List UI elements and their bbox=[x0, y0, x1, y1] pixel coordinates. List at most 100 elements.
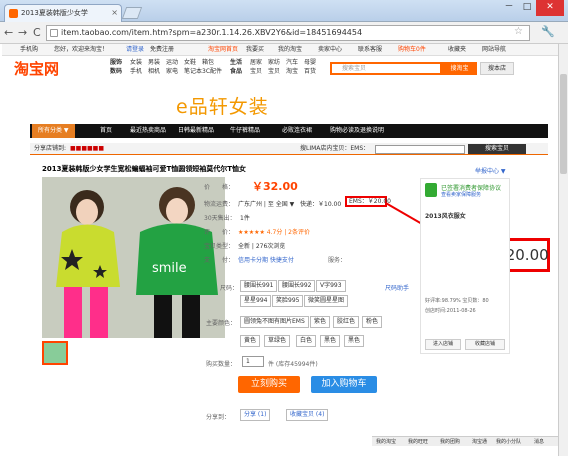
color-option[interactable]: 圆领兔不图有图片EMS bbox=[240, 316, 309, 328]
color-option[interactable]: 黄色 bbox=[240, 335, 261, 347]
size-option[interactable]: 星星994 bbox=[240, 295, 272, 307]
favorite-item-button[interactable]: 收藏宝贝 (4) bbox=[286, 409, 329, 421]
tab-close-icon[interactable]: × bbox=[111, 5, 118, 21]
cat-item[interactable]: 手机 bbox=[130, 67, 142, 76]
cat-item[interactable]: 运动 bbox=[166, 58, 178, 67]
report-center-link[interactable]: 举报中心 ▼ bbox=[475, 166, 506, 175]
payment-value[interactable]: 信用卡分期 快捷支付 bbox=[238, 255, 294, 264]
cart-link[interactable]: 购物车0件 bbox=[398, 44, 426, 56]
search-input[interactable]: 搜索宝贝 bbox=[330, 62, 442, 75]
size-helper-link[interactable]: 尺码助手 bbox=[385, 283, 409, 292]
menu-dress[interactable]: 必败连衣裙 bbox=[282, 124, 312, 138]
scrollbar-thumb[interactable] bbox=[560, 74, 567, 174]
product-thumbnail[interactable] bbox=[42, 341, 68, 365]
enter-store-button[interactable]: 进入店铺 bbox=[425, 339, 461, 350]
color-option[interactable]: 胶红色 bbox=[333, 316, 360, 328]
cat-item[interactable]: 家纺 bbox=[268, 58, 280, 67]
color-option[interactable]: 黑色 bbox=[344, 335, 365, 347]
cat-item[interactable]: 母婴 bbox=[304, 58, 316, 67]
search-taobao-button[interactable]: 搜淘宝 bbox=[442, 62, 477, 75]
wrench-menu-icon[interactable]: 🔧 bbox=[541, 25, 555, 38]
add-to-cart-button[interactable]: 加入购物车 bbox=[311, 376, 377, 393]
login-link[interactable]: 请登录 bbox=[126, 44, 144, 56]
product-title: 2013夏装韩版少女学生宽松蝙蝠袖可爱T恤圆领短袖莫代尔T恤女 bbox=[42, 165, 247, 173]
cat-item[interactable]: 宝贝 bbox=[250, 67, 262, 76]
collect-store-button[interactable]: 收藏店铺 bbox=[465, 339, 505, 350]
maximize-button[interactable]: □ bbox=[518, 0, 536, 16]
customer-service-link[interactable]: 联系客服 bbox=[358, 44, 382, 56]
seller-store-name[interactable]: 2013风衣服女 bbox=[425, 211, 466, 220]
cat-item[interactable]: 相机 bbox=[148, 67, 160, 76]
ship-from[interactable]: 广东广州 | 至 全国 ▼ bbox=[238, 199, 294, 208]
cat-item[interactable]: 数码 bbox=[110, 67, 122, 76]
address-bar[interactable]: item.taobao.com/item.htm?spm=a230r.1.14.… bbox=[46, 25, 530, 41]
cat-item[interactable]: 箱包 bbox=[202, 58, 214, 67]
store-search-button[interactable]: 搜索宝贝 bbox=[468, 144, 526, 154]
cat-item[interactable]: 女鞋 bbox=[184, 58, 196, 67]
product-main-image[interactable]: smile bbox=[42, 177, 225, 338]
menu-home[interactable]: 首页 bbox=[100, 124, 112, 138]
color-option[interactable]: 紫色 bbox=[310, 316, 331, 328]
seller-center-menu[interactable]: 卖家中心 bbox=[318, 44, 342, 56]
color-option[interactable]: 粉色 bbox=[362, 316, 383, 328]
close-window-button[interactable]: ✕ bbox=[536, 0, 564, 16]
mobile-link[interactable]: 手机购 bbox=[20, 44, 38, 56]
cat-item[interactable]: 笔记本 bbox=[184, 67, 202, 76]
page-scrollbar[interactable] bbox=[558, 44, 568, 456]
menu-new[interactable]: 日韩最新精品 bbox=[178, 124, 214, 138]
cat-item[interactable]: 服饰 bbox=[110, 58, 122, 67]
register-link[interactable]: 免费注册 bbox=[150, 44, 174, 56]
cat-item[interactable]: 食品 bbox=[230, 67, 242, 76]
color-option[interactable]: 草绿色 bbox=[264, 335, 291, 347]
menu-all-categories[interactable]: 所有分类 ▼ bbox=[32, 124, 75, 138]
buy-menu[interactable]: 我要买 bbox=[246, 44, 264, 56]
cat-item[interactable]: 汽车 bbox=[286, 58, 298, 67]
cat-item[interactable]: 宝贝 bbox=[268, 67, 280, 76]
size-option[interactable]: 微笑圆星星图 bbox=[304, 295, 349, 307]
seller-stat: 好评率:98.79% 宝贝数：80 bbox=[425, 298, 489, 304]
store-search-input[interactable] bbox=[375, 145, 465, 154]
toolbar-item[interactable]: 消息 bbox=[534, 437, 544, 447]
quantity-input[interactable]: 1 bbox=[242, 356, 264, 367]
browser-tab[interactable]: 2013夏装韩版少女学 × bbox=[4, 4, 122, 22]
cat-item[interactable]: 淘宝 bbox=[286, 67, 298, 76]
toolbar-item[interactable]: 我的小分队 bbox=[496, 437, 521, 447]
site-nav-menu[interactable]: 网站导航 bbox=[482, 44, 506, 56]
buy-now-button[interactable]: 立刻购买 bbox=[238, 376, 300, 393]
share-icons[interactable]: ■■■■■■ bbox=[70, 143, 104, 155]
cat-item[interactable]: 家电 bbox=[166, 67, 178, 76]
toolbar-item[interactable]: 我的旺旺 bbox=[408, 437, 428, 447]
color-option[interactable]: 白色 bbox=[296, 335, 317, 347]
toolbar-item[interactable]: 淘宝通 bbox=[472, 437, 487, 447]
price-label: 价 格： bbox=[204, 184, 235, 191]
menu-hot[interactable]: 最近热卖商品 bbox=[130, 124, 166, 138]
back-icon[interactable]: ← bbox=[4, 26, 13, 40]
size-option[interactable]: 腰围长992 bbox=[278, 280, 316, 292]
bookmark-star-icon[interactable]: ☆ bbox=[514, 26, 523, 37]
taobao-home-link[interactable]: 淘宝网首页 bbox=[208, 44, 238, 56]
taobao-logo[interactable]: 淘宝网 bbox=[14, 58, 59, 79]
cat-item[interactable]: 百货 bbox=[304, 67, 316, 76]
favorites-menu[interactable]: 收藏夹 bbox=[448, 44, 466, 56]
cat-item[interactable]: 男装 bbox=[148, 58, 160, 67]
cat-item[interactable]: 居家 bbox=[250, 58, 262, 67]
reload-icon[interactable]: C bbox=[33, 26, 41, 40]
size-option[interactable]: 腰围长991 bbox=[240, 280, 278, 292]
size-option[interactable]: 笑脸995 bbox=[272, 295, 304, 307]
guarantee-link[interactable]: 查看卖家保障服务 bbox=[441, 191, 481, 198]
size-option[interactable]: V字993 bbox=[316, 280, 346, 292]
toolbar-item[interactable]: 我的淘宝 bbox=[376, 437, 396, 447]
cat-item[interactable]: 生活 bbox=[230, 58, 242, 67]
share-button[interactable]: 分享 (1) bbox=[240, 409, 271, 421]
cat-item[interactable]: 3C配件 bbox=[202, 67, 222, 76]
cat-item[interactable]: 女装 bbox=[130, 58, 142, 67]
color-option[interactable]: 黑色 bbox=[320, 335, 341, 347]
forward-icon[interactable]: → bbox=[18, 26, 27, 40]
minimize-button[interactable]: － bbox=[500, 0, 518, 16]
menu-guide[interactable]: 购物必读及退换说明 bbox=[330, 124, 384, 138]
my-taobao-menu[interactable]: 我的淘宝 bbox=[278, 44, 302, 56]
search-store-button[interactable]: 搜本店 bbox=[480, 62, 514, 75]
toolbar-item[interactable]: 我的团购 bbox=[440, 437, 460, 447]
rating-value[interactable]: ★★★★★ 4.7分 | 2条评价 bbox=[238, 227, 310, 236]
menu-jeans[interactable]: 牛仔裤精品 bbox=[230, 124, 260, 138]
